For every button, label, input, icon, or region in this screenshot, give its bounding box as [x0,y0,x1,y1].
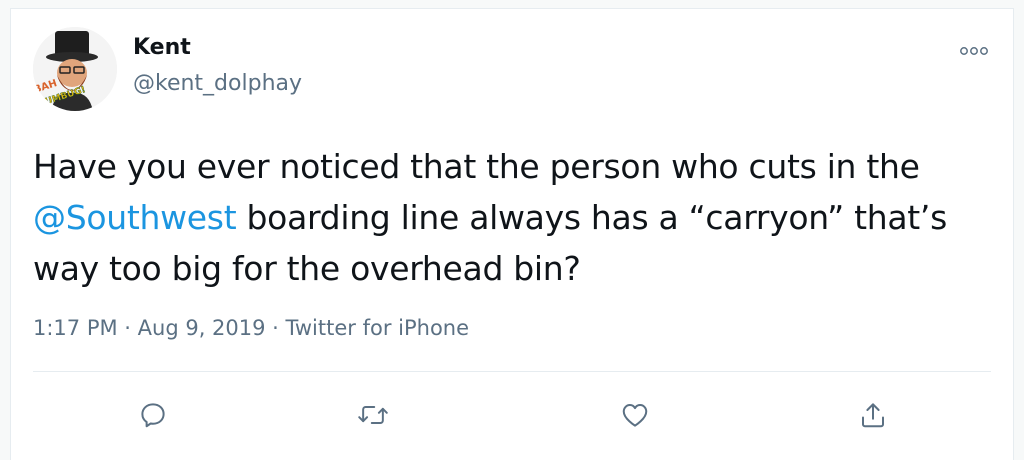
author-name[interactable]: Kent [133,35,191,60]
tweet-text-part: Have you ever noticed that the person wh… [33,147,920,186]
tweet-text: Have you ever noticed that the person wh… [33,141,993,294]
tweet-metadata: 1:17 PM · Aug 9, 2019 · Twitter for iPho… [33,316,469,340]
tweet-time[interactable]: 1:17 PM [33,316,118,340]
share-button[interactable] [853,395,893,435]
tweet-source[interactable]: Twitter for iPhone [286,316,470,340]
avatar[interactable]: BAH HUMBUG! [33,27,117,111]
tweet-date[interactable]: Aug 9, 2019 [138,316,266,340]
like-button[interactable] [615,395,655,435]
retweet-button[interactable] [353,395,393,435]
reply-icon [141,403,165,428]
meta-separator: · [265,316,286,340]
avatar-image: BAH HUMBUG! [33,27,117,111]
more-options-icon [960,47,988,55]
mention-link[interactable]: @Southwest [33,198,237,237]
retweet-icon [358,406,388,424]
more-options-button[interactable] [957,39,991,63]
tweet-card: BAH HUMBUG! Kent @kent_dolphay Have you … [10,8,1014,460]
divider [33,371,991,372]
share-icon [862,403,884,428]
heart-icon [622,404,648,427]
author-handle[interactable]: @kent_dolphay [133,71,302,96]
reply-button[interactable] [133,395,173,435]
meta-separator: · [117,316,138,340]
